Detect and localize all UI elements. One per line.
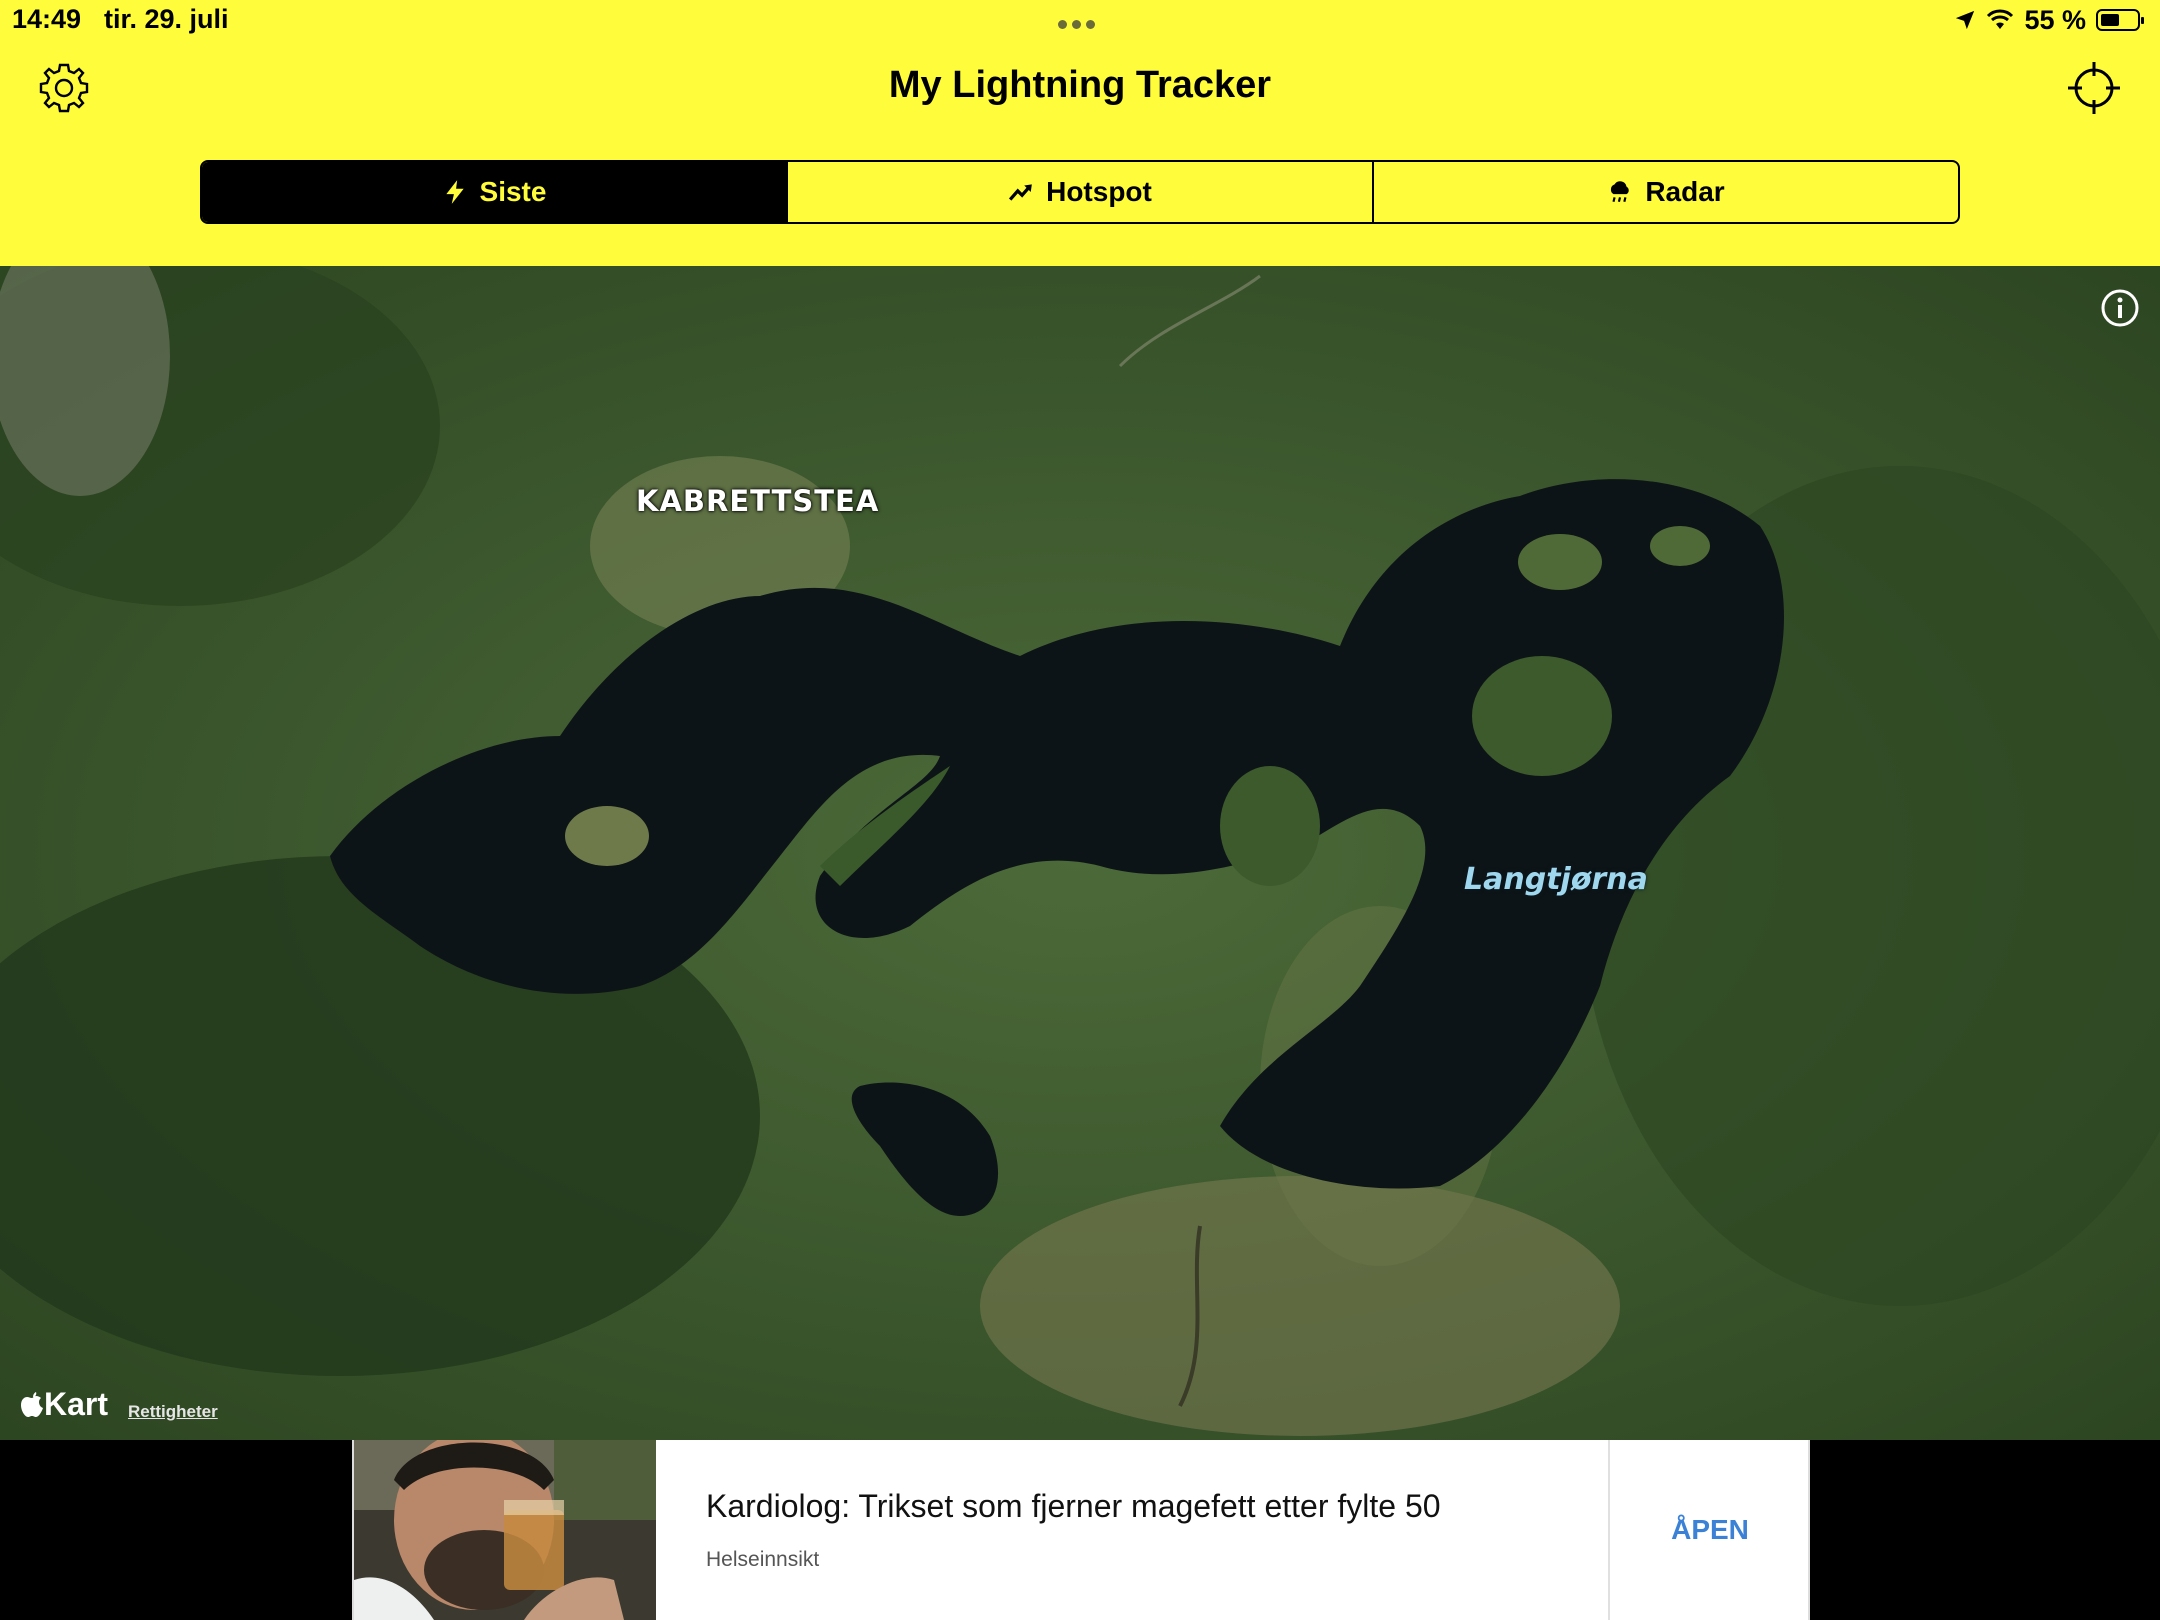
locate-button[interactable] <box>2066 60 2122 116</box>
lake-label-langtjorna[interactable]: Langtjørna <box>1464 862 1648 897</box>
crosshair-icon <box>2068 62 2120 114</box>
battery-icon <box>2096 9 2144 31</box>
info-icon <box>2101 289 2139 327</box>
ad-photo <box>354 1440 656 1620</box>
ad-source: Helseinnsikt <box>706 1548 820 1571</box>
satellite-map[interactable]: KABRETTSTEA Langtjørna Kart Rettigheter <box>0 266 2160 1440</box>
tab-siste[interactable]: Siste <box>202 162 786 222</box>
ad-banner[interactable]: Kardiolog: Trikset som fjerner magefett … <box>352 1440 1810 1620</box>
tab-label: Siste <box>479 176 547 207</box>
app-header: 14:49 tir. 29. juli 55 % My Lightning Tr… <box>0 0 2160 266</box>
view-segmented-control: Siste Hotspot Radar <box>200 160 1960 224</box>
wifi-icon <box>1987 9 2014 29</box>
trend-arrow-icon <box>1009 184 1032 201</box>
multitasking-dots-icon[interactable] <box>1058 16 1102 29</box>
apple-maps-logo: Kart <box>20 1386 108 1423</box>
tab-label: Hotspot <box>1046 176 1152 207</box>
map-logo-text: Kart <box>44 1386 109 1422</box>
status-indicators: 55 % <box>1954 2 2144 38</box>
place-label-kabrettstea[interactable]: KABRETTSTEA <box>636 484 879 518</box>
tab-hotspot[interactable]: Hotspot <box>786 162 1372 222</box>
rain-cloud-icon <box>1611 181 1630 203</box>
tab-radar[interactable]: Radar <box>1372 162 1958 222</box>
status-date: tir. 29. juli <box>104 4 229 34</box>
tab-label: Radar <box>1645 176 1725 207</box>
map-terrain <box>0 266 2160 1440</box>
rights-link[interactable]: Rettigheter <box>128 1402 218 1422</box>
ad-title[interactable]: Kardiolog: Trikset som fjerner magefett … <box>706 1488 1441 1525</box>
apple-logo-icon <box>21 1392 43 1417</box>
ad-image[interactable] <box>354 1440 656 1620</box>
status-time: 14:49 <box>12 4 82 34</box>
app-title: My Lightning Tracker <box>888 64 1272 106</box>
battery-percent: 55 % <box>2024 4 2086 35</box>
ad-open-button[interactable]: ÅPEN <box>1610 1440 1810 1620</box>
location-arrow-icon <box>1956 10 1975 30</box>
lightning-bolt-icon <box>445 180 464 204</box>
map-info-button[interactable] <box>2100 288 2140 328</box>
